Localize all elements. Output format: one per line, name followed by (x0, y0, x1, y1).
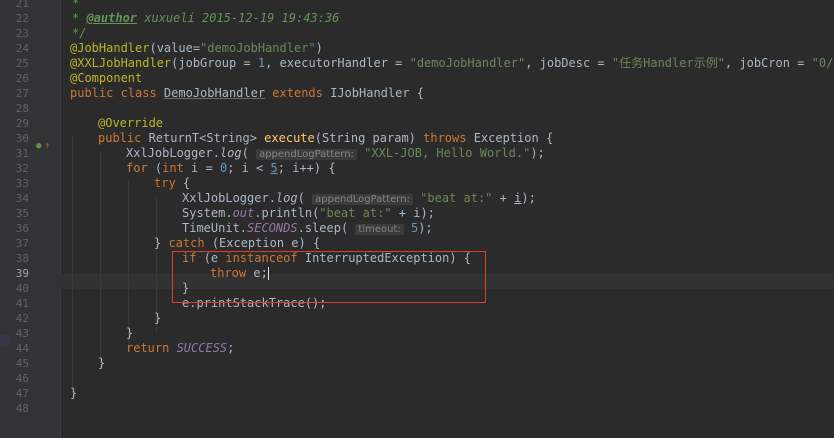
line-number: 27 (15, 87, 29, 100)
line-number: 30 (15, 132, 29, 145)
code-line-31: XxlJobLogger.log( appendLogPattern: "XXL… (126, 146, 545, 160)
code-line-44: return SUCCESS; (126, 341, 235, 355)
line-number: 40 (15, 282, 29, 295)
code-line-43: } (126, 326, 134, 340)
code-line-47: } (70, 386, 78, 400)
code-line-32: for (int i = 0; i < 5; i++) { (126, 161, 336, 175)
code-line-37: } catch (Exception e) { (154, 236, 321, 250)
code-line-27: public class DemoJobHandler extends IJob… (70, 86, 425, 100)
code-line-21: * (72, 0, 80, 10)
line-number: 41 (15, 297, 29, 310)
bookmark-marker (0, 335, 10, 346)
code-line-33: try { (154, 176, 191, 190)
line-number: 23 (15, 27, 29, 40)
line-number: 48 (15, 402, 29, 415)
line-number: 38 (15, 252, 29, 265)
line-number: 35 (15, 207, 29, 220)
implements-arrow-icon[interactable]: ↑ (45, 142, 50, 151)
parameter-hint: appendLogPattern: (256, 149, 357, 160)
line-number: 36 (15, 222, 29, 235)
line-number-gutter[interactable]: 21 22 23 24 25 26 27 28 29 30 31 32 33 3… (0, 0, 61, 438)
parameter-hint: timeout: (355, 224, 404, 235)
code-line-42: } (154, 311, 162, 325)
code-area[interactable]: * * @author xuxueli 2015-12-19 19:43:36 … (70, 0, 834, 438)
indent-guide (128, 181, 129, 348)
line-number: 26 (15, 72, 29, 85)
line-number: 45 (15, 357, 29, 370)
line-number: 21 (15, 0, 29, 10)
override-icon[interactable]: ● (36, 142, 41, 151)
line-number: 32 (15, 162, 29, 175)
current-line-number: 39 (15, 267, 29, 280)
line-number: 33 (15, 177, 29, 190)
line-number: 31 (15, 147, 29, 160)
indent-guide (100, 151, 101, 363)
code-line-45: } (98, 356, 106, 370)
line-number: 25 (15, 57, 29, 70)
code-line-26: @Component (70, 71, 143, 85)
code-line-35: System.out.println("beat at:" + i); (182, 206, 435, 220)
highlight-box (172, 251, 486, 303)
indent-guide (72, 136, 73, 393)
code-line-30: public ReturnT<String> execute(String pa… (98, 131, 554, 145)
code-line-29: @Override (98, 116, 164, 130)
line-number: 37 (15, 237, 29, 250)
code-line-25: @XXLJobHandler(jobGroup = 1, executorHan… (70, 56, 834, 70)
line-number: 28 (15, 102, 29, 115)
line-number: 22 (15, 12, 29, 25)
line-number: 42 (15, 312, 29, 325)
code-line-22: * @author xuxueli 2015-12-19 19:43:36 (72, 11, 340, 25)
parameter-hint: appendLogPattern: (312, 194, 413, 205)
line-number: 47 (15, 387, 29, 400)
code-line-24: @JobHandler(value="demoJobHandler") (70, 41, 323, 55)
code-editor[interactable]: 21 22 23 24 25 26 27 28 29 30 31 32 33 3… (0, 0, 834, 438)
line-number: 46 (15, 372, 29, 385)
code-line-36: TimeUnit.SECONDS.sleep( timeout: 5); (182, 221, 433, 235)
code-line-23: */ (72, 26, 87, 40)
line-number: 34 (15, 192, 29, 205)
line-number: 24 (15, 42, 29, 55)
line-number: 29 (15, 117, 29, 130)
code-line-34: XxlJobLogger.log( appendLogPattern: "bea… (182, 191, 536, 205)
